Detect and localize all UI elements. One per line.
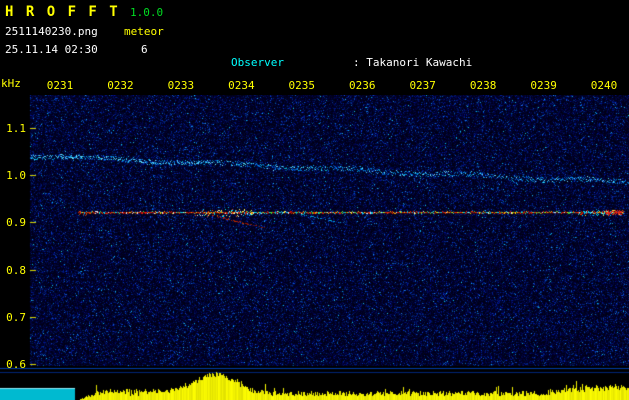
x-tick-label: 0240 bbox=[590, 79, 618, 92]
y-tick-label: 1.0 bbox=[6, 169, 26, 182]
app-title: H R O F F T bbox=[5, 4, 120, 20]
x-tick-label: 0235 bbox=[288, 79, 316, 92]
x-tick-label: 0238 bbox=[469, 79, 497, 92]
output-filename: 2511140230.png bbox=[5, 25, 98, 38]
y-tick-label: 0.9 bbox=[6, 216, 26, 229]
spectrogram-canvas bbox=[0, 95, 629, 400]
hrofft-screenshot: H R O F F T 1.0.0 2511140230.png meteor … bbox=[0, 0, 629, 400]
header: H R O F F T 1.0.0 2511140230.png meteor … bbox=[0, 0, 629, 222]
y-tick-label: 0.6 bbox=[6, 358, 26, 371]
info-row-observer: Observer : Takanori Kawachi bbox=[178, 43, 605, 69]
x-tick-label: 0233 bbox=[167, 79, 195, 92]
x-tick-label: 0234 bbox=[228, 79, 255, 92]
x-tick-label: 0236 bbox=[349, 79, 376, 92]
observation-datetime: 25.11.14 02:30 bbox=[5, 43, 98, 56]
y-tick-label: 0.8 bbox=[6, 264, 26, 277]
x-tick-label: 0232 bbox=[107, 79, 134, 92]
info-label: Observer bbox=[230, 56, 284, 69]
y-tick-label: 0.7 bbox=[6, 311, 26, 324]
app-version: 1.0.0 bbox=[130, 6, 164, 19]
x-tick-label: 0231 bbox=[46, 79, 74, 92]
observation-mode: meteor bbox=[124, 25, 164, 38]
x-tick-label: 0239 bbox=[530, 79, 557, 92]
info-value: : Takanori Kawachi bbox=[352, 56, 473, 69]
y-tick-label: 1.1 bbox=[6, 122, 26, 135]
echo-count: 6 bbox=[141, 43, 148, 56]
x-tick-label: 0237 bbox=[409, 79, 436, 92]
y-axis-unit-label: kHz bbox=[1, 77, 21, 90]
